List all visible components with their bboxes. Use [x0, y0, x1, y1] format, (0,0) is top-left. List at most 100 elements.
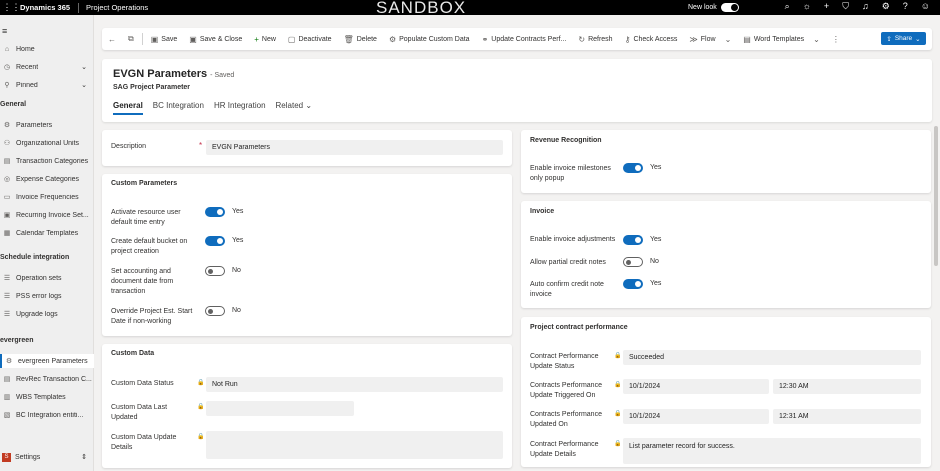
sidebar-item-pinned[interactable]: ⚲ Pinned ⌄	[0, 78, 94, 92]
sidebar: ≡ ⌂ Home ◷ Recent ⌄ ⚲ Pinned ⌄ General ⚙ Param…	[0, 15, 94, 471]
chevron-down-icon[interactable]: ⌄	[81, 63, 87, 71]
populate-custom-data-button[interactable]: ⚙ Populate Custom Data	[383, 28, 476, 50]
field-label: Set accounting and document date from tr…	[111, 268, 174, 295]
invoice-milestones-toggle[interactable]	[623, 163, 643, 173]
sidebar-item-revrec-transaction[interactable]: ▤ RevRec Transaction C...	[0, 372, 94, 386]
chevron-updown-icon: ⇕	[81, 454, 87, 461]
template-icon: ▥	[3, 394, 11, 401]
sidebar-item-organizational-units[interactable]: ⚇ Organizational Units	[0, 136, 94, 150]
back-button[interactable]: ←	[102, 28, 122, 50]
category-icon: ▤	[3, 158, 11, 165]
flow-button[interactable]: ≫ Flow ⌄	[683, 28, 737, 50]
sidebar-item-pss-error-logs[interactable]: ☰ PSS error logs	[0, 289, 94, 303]
activate-resource-toggle[interactable]	[205, 207, 225, 217]
toggle-value: No	[232, 267, 241, 274]
filter-icon[interactable]: ⛉	[842, 1, 849, 12]
sidebar-item-wbs-templates[interactable]: ▥ WBS Templates	[0, 390, 94, 404]
sidebar-item-calendar-templates[interactable]: ▦ Calendar Templates	[0, 226, 94, 240]
lock-icon: 🔒	[197, 434, 205, 440]
field-label: Custom Data Update Details	[111, 434, 177, 451]
bell-icon[interactable]: ♫	[862, 1, 869, 12]
sidebar-item-recent[interactable]: ◷ Recent ⌄	[0, 60, 94, 74]
invoice-section: Invoice Enable invoice adjustments Yes A…	[521, 201, 931, 308]
default-bucket-toggle[interactable]	[205, 236, 225, 246]
sidebar-item-operation-sets[interactable]: ☰ Operation sets	[0, 271, 94, 285]
top-bar: ⋮⋮⋮ Dynamics 365 Project Operations SAND…	[0, 0, 940, 17]
chevron-down-icon[interactable]: ⌄	[81, 81, 87, 89]
override-start-date-toggle[interactable]	[205, 306, 225, 316]
updated-time-field: 12:31 AM	[773, 409, 921, 424]
command-bar: ← ⧉ ▣ Save ▣ Save & Close + New ▢ Deactivate…	[102, 28, 932, 50]
sidebar-item-upgrade-logs[interactable]: ☰ Upgrade logs	[0, 307, 94, 321]
invoice-adjustments-toggle[interactable]	[623, 235, 643, 245]
new-label: New	[261, 35, 276, 43]
delete-button[interactable]: 🗑 Delete	[338, 28, 383, 50]
contract-status-field: Succeeded	[623, 350, 921, 365]
tab-related[interactable]: Related ⌄	[276, 101, 313, 115]
brand-name[interactable]: Dynamics 365	[14, 2, 80, 13]
sidebar-item-parameters[interactable]: ⚙ Parameters	[0, 118, 94, 132]
field-label: Activate resource user default time entr…	[111, 209, 181, 226]
sidebar-item-bc-integration[interactable]: ▧ BC Integration entiti...	[0, 408, 94, 422]
save-button[interactable]: ▣ Save	[145, 28, 184, 50]
auto-confirm-credit-toggle[interactable]	[623, 279, 643, 289]
popout-button[interactable]: ⧉	[122, 28, 140, 50]
save-close-button[interactable]: ▣ Save & Close	[183, 28, 248, 50]
app-name[interactable]: Project Operations	[79, 3, 148, 12]
triggered-time-field: 12:30 AM	[773, 379, 921, 394]
sidebar-item-evergreen-parameters[interactable]: ⚙ evergreen Parameters	[0, 354, 94, 368]
section-title: Revenue Recognition	[530, 137, 602, 144]
record-title-text: EVGN Parameters	[113, 68, 208, 80]
tab-bc-integration[interactable]: BC Integration	[153, 101, 204, 115]
field-label: Override Project Est. Start Date if non-…	[111, 308, 193, 325]
new-look-toggle[interactable]: New look	[688, 3, 739, 12]
word-templates-button[interactable]: ▤ Word Templates ⌄	[737, 28, 826, 50]
save-icon: ▣	[150, 34, 159, 44]
required-marker: *	[199, 141, 203, 150]
share-button[interactable]: ⇪ Share ⌄	[881, 32, 926, 45]
plus-icon: +	[254, 34, 259, 44]
toggle-value: Yes	[232, 237, 244, 244]
tab-related-label: Related	[275, 101, 304, 110]
account-icon[interactable]: ☺	[921, 1, 930, 12]
flow-label: Flow	[700, 35, 716, 43]
popout-icon: ⧉	[128, 34, 134, 43]
vertical-scrollbar[interactable]	[934, 126, 938, 266]
update-contracts-button[interactable]: ⚭ Update Contracts Perf...	[476, 28, 573, 50]
check-access-button[interactable]: ⚷ Check Access	[619, 28, 684, 50]
area-label: Settings	[15, 453, 41, 461]
sidebar-item-label: Expense Categories	[16, 175, 80, 183]
tab-hr-integration[interactable]: HR Integration	[214, 101, 266, 115]
search-icon[interactable]: ⌕	[785, 1, 790, 12]
org-icon: ⚇	[3, 140, 11, 147]
new-button[interactable]: + New	[248, 28, 282, 50]
lightbulb-icon[interactable]: ☼	[803, 1, 811, 12]
app-launcher-icon[interactable]: ⋮⋮⋮	[0, 0, 21, 15]
hamburger-icon[interactable]: ≡	[2, 26, 7, 36]
updated-date-field: 10/1/2024	[623, 409, 769, 424]
list-icon: ☰	[3, 293, 11, 300]
new-look-switch[interactable]	[720, 3, 739, 12]
accounting-date-toggle[interactable]	[205, 266, 225, 276]
partial-credit-toggle[interactable]	[623, 257, 643, 267]
sidebar-item-expense-categories[interactable]: ◎ Expense Categories	[0, 172, 94, 186]
deactivate-button[interactable]: ▢ Deactivate	[282, 28, 338, 50]
help-icon[interactable]: ?	[903, 1, 908, 12]
sidebar-item-invoice-frequencies[interactable]: ▭ Invoice Frequencies	[0, 190, 94, 204]
sidebar-item-label: Home	[16, 45, 35, 53]
sidebar-item-transaction-categories[interactable]: ▤ Transaction Categories	[0, 154, 94, 168]
lock-icon: 🔒	[197, 380, 205, 386]
sidebar-item-label: RevRec Transaction C...	[16, 375, 92, 383]
custom-data-section: Custom Data Custom Data Status 🔒 Not Run…	[102, 344, 512, 468]
settings-icon[interactable]: ⚙	[882, 1, 890, 12]
refresh-button[interactable]: ↻ Refresh	[572, 28, 618, 50]
tab-general[interactable]: General	[113, 101, 143, 115]
toggle-value: Yes	[650, 280, 662, 287]
sidebar-area-switcher[interactable]: S Settings ⇕	[0, 450, 94, 464]
plus-icon[interactable]: +	[824, 1, 829, 12]
sidebar-item-label: Transaction Categories	[16, 157, 89, 165]
more-commands-button[interactable]: ⋮	[826, 28, 846, 50]
description-field[interactable]: EVGN Parameters	[206, 140, 503, 155]
sidebar-item-recurring-invoice[interactable]: ▣ Recurring Invoice Set...	[0, 208, 94, 222]
sidebar-item-home[interactable]: ⌂ Home	[0, 42, 94, 56]
